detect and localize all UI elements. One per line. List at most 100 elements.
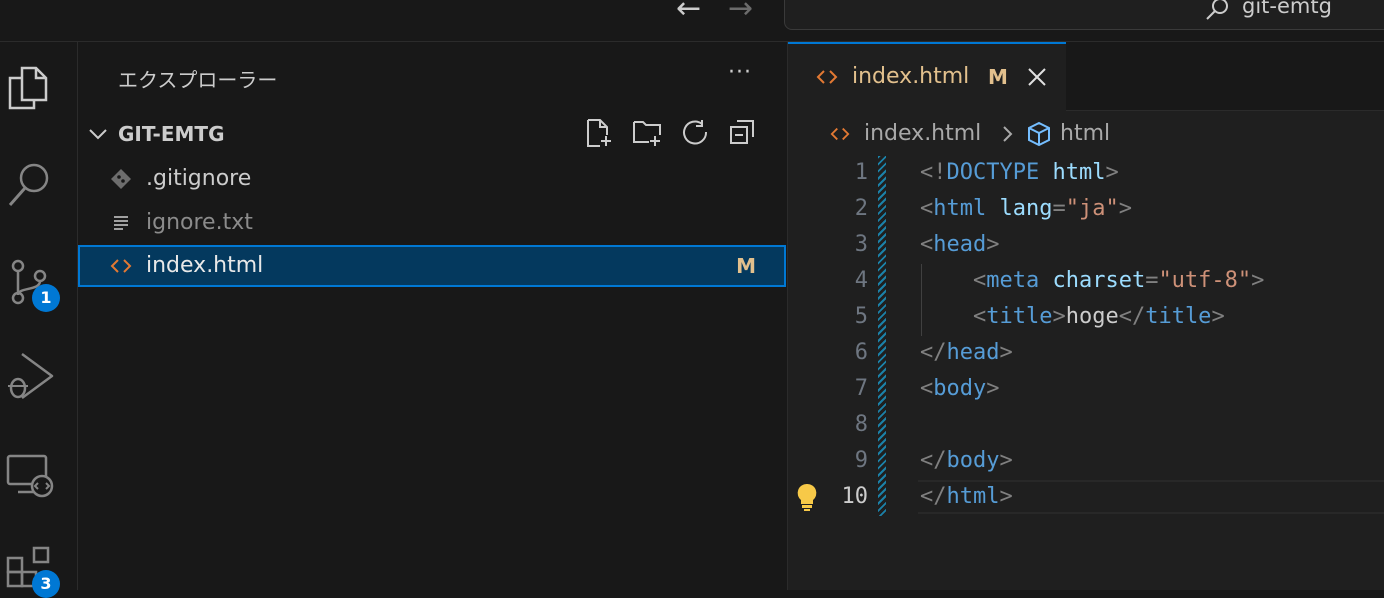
source-control-badge: 1 bbox=[32, 284, 60, 312]
refresh-icon[interactable] bbox=[680, 118, 710, 148]
breadcrumb-file[interactable]: index.html bbox=[864, 121, 981, 146]
code-token: "utf-8" bbox=[1158, 268, 1252, 293]
search-view-icon[interactable] bbox=[6, 160, 54, 208]
text-file-icon bbox=[114, 216, 128, 230]
code-token: html bbox=[946, 484, 1000, 509]
code-token: title bbox=[986, 304, 1053, 329]
code-token: lang bbox=[999, 196, 1053, 221]
close-icon[interactable] bbox=[1026, 66, 1048, 88]
lightbulb-icon[interactable] bbox=[794, 482, 820, 512]
code-line[interactable]: <head> bbox=[920, 232, 999, 257]
code-token: < bbox=[972, 268, 987, 293]
line-number: 6 bbox=[854, 340, 868, 365]
workspace-folder[interactable]: GIT-EMTG bbox=[118, 122, 224, 146]
code-token: title bbox=[1145, 304, 1212, 329]
code-line[interactable]: </body> bbox=[920, 448, 1013, 473]
code-token: </ bbox=[920, 340, 947, 365]
code-line[interactable]: <meta charset="utf-8"> bbox=[920, 268, 1264, 293]
code-line[interactable]: </head> bbox=[920, 340, 1013, 365]
chevron-down-icon[interactable] bbox=[88, 124, 108, 144]
line-number: 2 bbox=[854, 196, 868, 221]
new-folder-icon[interactable] bbox=[632, 118, 662, 148]
code-token: > bbox=[1118, 196, 1132, 221]
code-line[interactable]: <html lang="ja"> bbox=[920, 196, 1132, 221]
html-file-icon bbox=[830, 127, 850, 141]
code-token: < bbox=[920, 232, 934, 257]
git-gutter-added bbox=[878, 156, 886, 516]
html-file-icon bbox=[110, 259, 132, 273]
more-actions-button[interactable]: ··· bbox=[728, 60, 752, 85]
code-token: hoge bbox=[1065, 304, 1119, 329]
extensions-badge: 3 bbox=[32, 570, 60, 598]
command-center-label[interactable]: git-emtg bbox=[1242, 0, 1332, 18]
code-token: charset bbox=[1052, 268, 1146, 293]
code-token: "ja" bbox=[1065, 196, 1119, 221]
chevron-right-icon bbox=[1003, 126, 1013, 142]
tab-label[interactable]: index.html bbox=[852, 64, 969, 89]
file-label: ignore.txt bbox=[146, 210, 253, 235]
code-token: > bbox=[999, 448, 1013, 473]
tab-modified-badge: M bbox=[988, 65, 1008, 89]
code-line[interactable]: <body> bbox=[920, 376, 999, 401]
file-label: .gitignore bbox=[146, 166, 252, 191]
code-token: DOCTYPE bbox=[946, 160, 1040, 185]
code-token: > bbox=[1052, 304, 1066, 329]
explorer-icon[interactable] bbox=[6, 64, 54, 112]
new-file-icon[interactable] bbox=[584, 118, 614, 148]
code-token: html bbox=[1052, 160, 1106, 185]
code-token: </ bbox=[920, 448, 947, 473]
code-token: </ bbox=[1118, 304, 1146, 329]
code-token: <! bbox=[920, 160, 947, 185]
code-token: > bbox=[999, 340, 1013, 365]
code-token: > bbox=[999, 484, 1013, 509]
line-number: 1 bbox=[854, 160, 868, 185]
code-line[interactable]: </html> bbox=[920, 484, 1013, 509]
code-token: html bbox=[933, 196, 987, 221]
code-token: = bbox=[1145, 268, 1159, 293]
file-item-ignore-txt[interactable]: ignore.txt bbox=[78, 202, 786, 244]
code-token: > bbox=[1251, 268, 1265, 293]
search-icon bbox=[1206, 0, 1228, 20]
line-number: 4 bbox=[854, 268, 868, 293]
line-number: 7 bbox=[854, 376, 868, 401]
code-line[interactable]: <title>hoge</title> bbox=[920, 304, 1225, 329]
code-token: < bbox=[972, 304, 987, 329]
activity-bar bbox=[0, 42, 78, 590]
code-token: body bbox=[946, 448, 1000, 473]
run-debug-icon[interactable] bbox=[6, 352, 54, 400]
remote-explorer-icon[interactable] bbox=[6, 452, 54, 500]
breadcrumb-symbol[interactable]: html bbox=[1060, 121, 1110, 146]
modified-badge: M bbox=[736, 254, 756, 278]
explorer-title: エクスプローラー bbox=[118, 68, 278, 92]
html-file-icon bbox=[816, 70, 838, 84]
line-number: 10 bbox=[841, 484, 869, 509]
code-token: > bbox=[1105, 160, 1119, 185]
line-number: 3 bbox=[854, 232, 868, 257]
line-number: 8 bbox=[854, 412, 868, 437]
code-token: head bbox=[946, 340, 1000, 365]
collapse-all-icon[interactable] bbox=[728, 118, 758, 148]
file-item-gitignore[interactable]: .gitignore bbox=[78, 158, 786, 200]
forward-button[interactable]: → bbox=[728, 0, 753, 24]
back-button[interactable]: ← bbox=[676, 0, 701, 24]
code-token: < bbox=[920, 196, 934, 221]
code-token: body bbox=[933, 376, 987, 401]
code-token: < bbox=[920, 376, 934, 401]
file-item-index-html[interactable]: index.html M bbox=[78, 245, 786, 287]
code-token: > bbox=[986, 232, 1000, 257]
code-token: head bbox=[933, 232, 987, 257]
symbol-field-icon bbox=[1028, 121, 1050, 147]
file-label: index.html bbox=[146, 253, 264, 278]
line-number: 5 bbox=[854, 304, 868, 329]
code-token: </ bbox=[920, 484, 947, 509]
git-file-icon bbox=[111, 169, 131, 189]
line-number: 9 bbox=[854, 448, 868, 473]
code-token: meta bbox=[986, 268, 1040, 293]
code-line[interactable]: <!DOCTYPE html> bbox=[920, 160, 1119, 185]
code-token: > bbox=[986, 376, 1000, 401]
code-token: = bbox=[1052, 196, 1066, 221]
code-token: > bbox=[1211, 304, 1225, 329]
